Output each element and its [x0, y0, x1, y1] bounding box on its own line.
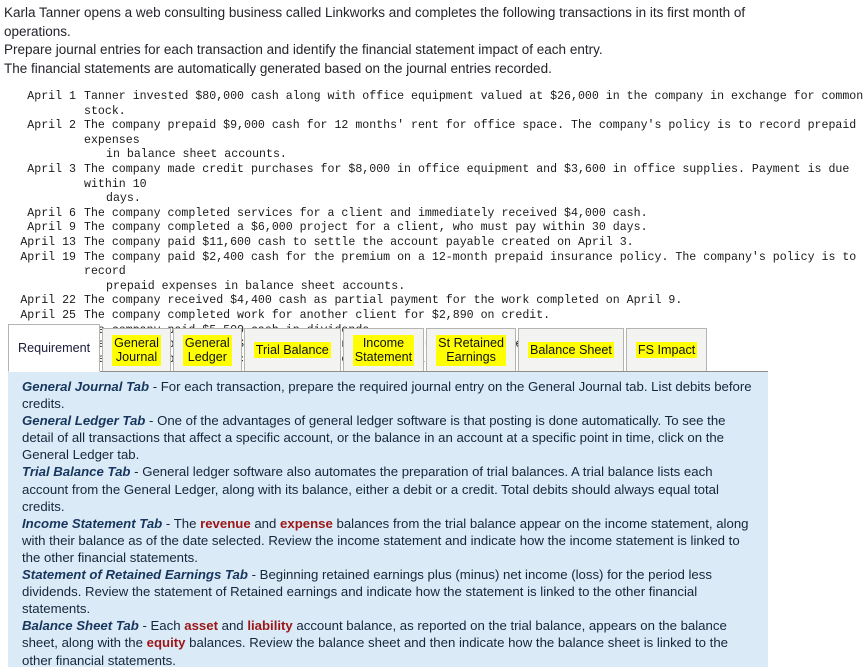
transaction-row: April 25 The company completed work for a…	[8, 309, 864, 324]
tab-label: Requirement	[18, 340, 91, 355]
tab-balance-sheet[interactable]: Balance Sheet	[517, 328, 624, 372]
intro-line-1b: operations.	[4, 23, 71, 39]
intro-line-3: The financial statements are automatical…	[4, 60, 552, 76]
transaction-description: The company prepaid $9,000 cash for 12 m…	[84, 119, 864, 163]
transaction-description-line: The company completed a $6,000 project f…	[84, 221, 648, 235]
tab-trial-balance[interactable]: Trial Balance	[243, 328, 341, 372]
tab-label: St Retained Earnings	[436, 334, 506, 366]
tab-label: Income Statement	[352, 334, 415, 366]
keyword-expense: expense	[280, 515, 333, 531]
transaction-description-continuation: in balance sheet accounts.	[106, 148, 287, 162]
trial-balance-tab-label: Trial Balance Tab	[22, 464, 131, 480]
transaction-description: The company completed a $6,000 project f…	[84, 221, 864, 236]
keyword-equity: equity	[146, 635, 186, 651]
transaction-date: April 25	[20, 308, 76, 322]
transaction-date: April 1	[27, 90, 76, 103]
transaction-row: April 13 The company paid $11,600 cash to…	[8, 236, 864, 251]
requirement-balance-sheet: Balance Sheet Tab - Each asset and liabi…	[22, 617, 756, 667]
transaction-date: April 22	[20, 294, 76, 308]
transaction-row: April 22 The company received $4,400 cash…	[8, 294, 864, 309]
transaction-row: April 1 Tanner invested $80,000 cash alon…	[8, 90, 864, 119]
transaction-row: April 9 The company completed a $6,000 pr…	[8, 221, 864, 236]
transaction-description-line: The company completed work for another c…	[84, 308, 551, 322]
intro-paragraph: Karla Tanner opens a web consulting busi…	[0, 0, 864, 78]
transaction-description-line: Tanner invested $80,000 cash along with …	[84, 90, 864, 118]
transaction-description: The company paid $2,400 cash for the pre…	[84, 251, 864, 295]
keyword-revenue: revenue	[200, 515, 251, 531]
tab-label: FS Impact	[635, 341, 698, 359]
transaction-description-continuation: days.	[106, 192, 141, 206]
tab-income-statement[interactable]: Income Statement	[342, 328, 425, 372]
transaction-description-continuation: prepaid expenses in balance sheet accoun…	[106, 279, 406, 293]
transaction-date: April 19	[20, 250, 76, 264]
income-statement-text-a: - The	[162, 515, 201, 531]
transaction-date: April 13	[20, 235, 76, 249]
requirement-retained-earnings: Statement of Retained Earnings Tab - Beg…	[22, 566, 756, 617]
tab-label: General Journal	[112, 334, 161, 366]
keyword-asset: asset	[184, 618, 218, 634]
requirement-general-journal: General Journal Tab - For each transacti…	[22, 378, 756, 412]
income-statement-text-b: and	[250, 515, 281, 531]
tab-requirement[interactable]: Requirement	[8, 324, 101, 372]
transaction-description: The company paid $11,600 cash to settle …	[84, 236, 864, 251]
transaction-date: April 9	[27, 221, 76, 235]
transaction-description-line: The company completed services for a cli…	[84, 206, 648, 220]
transaction-description: The company made credit purchases for $8…	[84, 163, 864, 207]
transaction-description: The company completed work for another c…	[84, 309, 864, 324]
transaction-description-line: The company paid $11,600 cash to settle …	[84, 235, 634, 249]
tab-st-retained-earnings[interactable]: St Retained Earnings	[426, 328, 516, 372]
transaction-description: The company received $4,400 cash as part…	[84, 294, 864, 309]
requirement-panel: General Journal Tab - For each transacti…	[8, 371, 768, 667]
tab-general-ledger[interactable]: General Ledger	[172, 328, 242, 372]
balance-sheet-text-b: and	[217, 618, 248, 634]
transaction-description-line: The company received $4,400 cash as part…	[84, 294, 683, 308]
transaction-row: April 2 The company prepaid $9,000 cash f…	[8, 119, 864, 163]
tab-strip: Requirement General Journal General Ledger…	[8, 324, 768, 372]
transaction-date: April 3	[27, 162, 76, 176]
requirement-income-statement: Income Statement Tab - The revenue and e…	[22, 515, 756, 566]
transaction-date: April 6	[27, 206, 76, 220]
transaction-row: April 19 The company paid $2,400 cash for…	[8, 251, 864, 295]
tab-fs-impact[interactable]: FS Impact	[625, 328, 708, 372]
general-journal-tab-label: General Journal Tab	[22, 379, 150, 394]
income-statement-tab-label: Income Statement Tab	[22, 515, 163, 531]
balance-sheet-text-a: - Each	[138, 618, 185, 634]
general-ledger-tab-label: General Ledger Tab	[22, 413, 146, 429]
tab-general-journal[interactable]: General Journal	[102, 328, 171, 372]
keyword-liability: liability	[247, 618, 293, 634]
intro-line-2: Prepare journal entries for each transac…	[4, 42, 603, 57]
transaction-description-line: The company paid $2,400 cash for the pre…	[84, 250, 857, 279]
tab-label: Balance Sheet	[527, 341, 614, 359]
transaction-date: April 2	[27, 119, 76, 133]
tab-label: General Ledger	[182, 334, 232, 366]
transaction-row: April 6 The company completed services fo…	[8, 207, 864, 222]
tab-label: Trial Balance	[253, 341, 331, 359]
retained-earnings-tab-label: Statement of Retained Earnings Tab	[22, 567, 248, 583]
transaction-description: Tanner invested $80,000 cash along with …	[84, 90, 864, 119]
transaction-description-line: The company made credit purchases for $8…	[84, 162, 850, 191]
transaction-description: The company completed services for a cli…	[84, 207, 864, 222]
transaction-description-line: The company prepaid $9,000 cash for 12 m…	[84, 119, 857, 147]
requirement-general-ledger: General Ledger Tab - One of the advantag…	[22, 412, 756, 463]
balance-sheet-tab-label: Balance Sheet Tab	[22, 618, 139, 634]
requirement-trial-balance: Trial Balance Tab - General ledger softw…	[22, 463, 756, 514]
transaction-row: April 3 The company made credit purchases…	[8, 163, 864, 207]
intro-line-1: Karla Tanner opens a web consulting busi…	[4, 5, 746, 20]
